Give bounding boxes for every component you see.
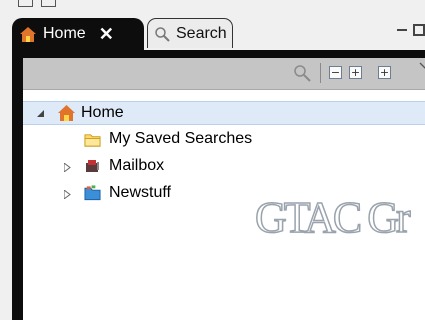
search-icon[interactable] (293, 64, 311, 82)
expand-icon[interactable]: + (349, 66, 362, 79)
minimize-icon[interactable] (397, 29, 407, 31)
tab-home-label: Home (43, 25, 86, 42)
home-icon (58, 105, 75, 121)
collapsed-arrow-icon[interactable] (64, 190, 71, 199)
tree-item-label: Mailbox (109, 157, 165, 174)
tree-item-my-saved-searches[interactable]: My Saved Searches (23, 128, 425, 152)
top-strip (0, 0, 425, 14)
panel-toolbar: − + + (23, 58, 425, 90)
collapsed-arrow-icon[interactable] (64, 163, 71, 172)
edge-icon (41, 0, 56, 7)
tree-item-label: Home (81, 104, 124, 121)
tab-search[interactable]: Search (147, 18, 233, 48)
collapse-all-icon[interactable]: − (329, 66, 342, 79)
home-icon (20, 26, 36, 42)
edge-icon (18, 0, 33, 7)
tree-item-home[interactable]: Home (23, 101, 425, 125)
toolbar-separator (320, 63, 321, 83)
expanded-arrow-icon[interactable] (37, 110, 45, 118)
home-panel: − + + Home My Saved Searches Mailbox New… (23, 58, 425, 320)
expand-all-icon[interactable]: + (378, 66, 391, 79)
tree-item-label: My Saved Searches (109, 130, 253, 147)
tree-item-label: Newstuff (109, 184, 171, 201)
search-icon (155, 26, 170, 42)
view-menu-icon[interactable] (419, 62, 425, 70)
mailbox-icon (86, 160, 99, 172)
top-edge-icons (18, 0, 56, 7)
tab-search-label: Search (176, 24, 227, 42)
window-controls (397, 24, 425, 36)
tree-item-mailbox[interactable]: Mailbox (23, 155, 425, 179)
folder-icon (84, 185, 101, 201)
maximize-icon[interactable] (413, 24, 425, 36)
tab-home[interactable]: Home ✕ (12, 18, 144, 50)
home-panel-frame: − + + Home My Saved Searches Mailbox New… (12, 50, 425, 320)
watermark: GTAC Gr (254, 192, 411, 243)
folder-icon (84, 134, 101, 147)
close-icon[interactable]: ✕ (99, 24, 114, 45)
